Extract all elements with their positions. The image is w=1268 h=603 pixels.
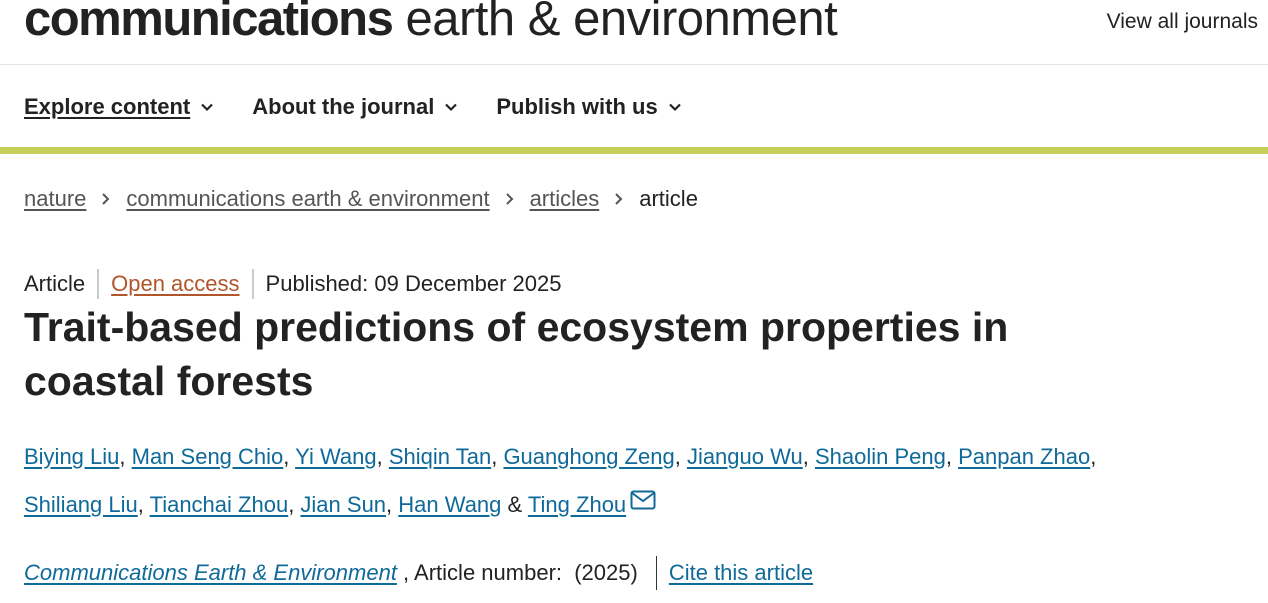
nav-publish-with-us[interactable]: Publish with us <box>496 94 681 120</box>
author-link[interactable]: Man Seng Chio <box>132 444 284 469</box>
author-separator: , <box>802 444 815 469</box>
author-separator: , <box>674 444 687 469</box>
author-link[interactable]: Han Wang <box>398 492 501 517</box>
author-separator: , <box>945 444 959 469</box>
breadcrumb-current: article <box>639 186 698 211</box>
chevron-right-icon <box>102 193 110 205</box>
view-all-journals-link[interactable]: View all journals <box>1107 10 1258 34</box>
article-meta: Article Open access Published: 09 Decemb… <box>24 269 562 299</box>
brand-light-text: earth & environment <box>392 0 838 46</box>
nav-about-journal[interactable]: About the journal <box>252 94 458 120</box>
chevron-right-icon <box>615 193 623 205</box>
author-separator: , <box>386 492 399 517</box>
author-separator: , <box>137 492 150 517</box>
author-link[interactable]: Shaolin Peng <box>815 444 946 469</box>
nav-explore-content-label: Explore content <box>24 94 191 119</box>
journal-logo[interactable]: communications earth & environment <box>24 0 838 52</box>
breadcrumb-nature[interactable]: nature <box>24 186 86 212</box>
breadcrumb-journal[interactable]: communications earth & environment <box>126 186 489 212</box>
author-link[interactable]: Jian Sun <box>300 492 386 517</box>
header-divider <box>0 64 1268 65</box>
author-link[interactable]: Shiqin Tan <box>389 444 491 469</box>
author-separator: , <box>119 444 132 469</box>
author-separator: , <box>283 444 296 469</box>
author-link[interactable]: Biying Liu <box>24 444 119 469</box>
author-link[interactable]: Panpan Zhao <box>958 444 1090 469</box>
citation-divider <box>655 556 657 590</box>
article-type: Article <box>24 271 86 296</box>
author-separator: , <box>1090 444 1097 469</box>
author-link[interactable]: Guanghong Zeng <box>503 444 674 469</box>
nav-about-journal-label: About the journal <box>252 94 435 119</box>
article-number: , Article number: (2025) <box>396 560 638 585</box>
author-link[interactable]: Shiliang Liu <box>24 492 138 517</box>
open-access-link[interactable]: Open access <box>111 271 239 297</box>
chevron-down-icon <box>668 103 681 112</box>
accent-bar <box>0 147 1268 154</box>
brand-bold-text: communications <box>24 0 394 46</box>
cite-this-article-link[interactable]: Cite this article <box>669 560 813 586</box>
meta-divider <box>97 269 100 299</box>
envelope-icon[interactable] <box>630 490 656 510</box>
author-separator: , <box>491 444 504 469</box>
chevron-down-icon <box>445 103 458 112</box>
author-separator: , <box>288 492 301 517</box>
main-nav: Explore content About the journal Publis… <box>24 91 682 123</box>
author-link[interactable]: Ting Zhou <box>528 492 626 517</box>
meta-divider <box>251 269 254 299</box>
breadcrumb: nature communications earth & environmen… <box>24 186 698 212</box>
chevron-down-icon <box>201 103 214 112</box>
published-date: Published: 09 December 2025 <box>265 271 562 296</box>
breadcrumb-articles[interactable]: articles <box>530 186 600 212</box>
author-list: Biying Liu, Man Seng Chio, Yi Wang, Shiq… <box>24 433 1114 529</box>
author-separator: & <box>501 492 528 517</box>
citation-row: Communications Earth & Environment , Art… <box>24 556 813 590</box>
nav-publish-with-us-label: Publish with us <box>496 94 658 119</box>
author-link[interactable]: Yi Wang <box>295 444 377 469</box>
article-title: Trait-based predictions of ecosystem pro… <box>24 304 1009 404</box>
author-link[interactable]: Jianguo Wu <box>687 444 803 469</box>
journal-link[interactable]: Communications Earth & Environment <box>24 560 397 586</box>
author-separator: , <box>376 444 389 469</box>
chevron-right-icon <box>505 193 513 205</box>
author-link[interactable]: Tianchai Zhou <box>150 492 289 517</box>
nav-explore-content[interactable]: Explore content <box>24 94 214 120</box>
